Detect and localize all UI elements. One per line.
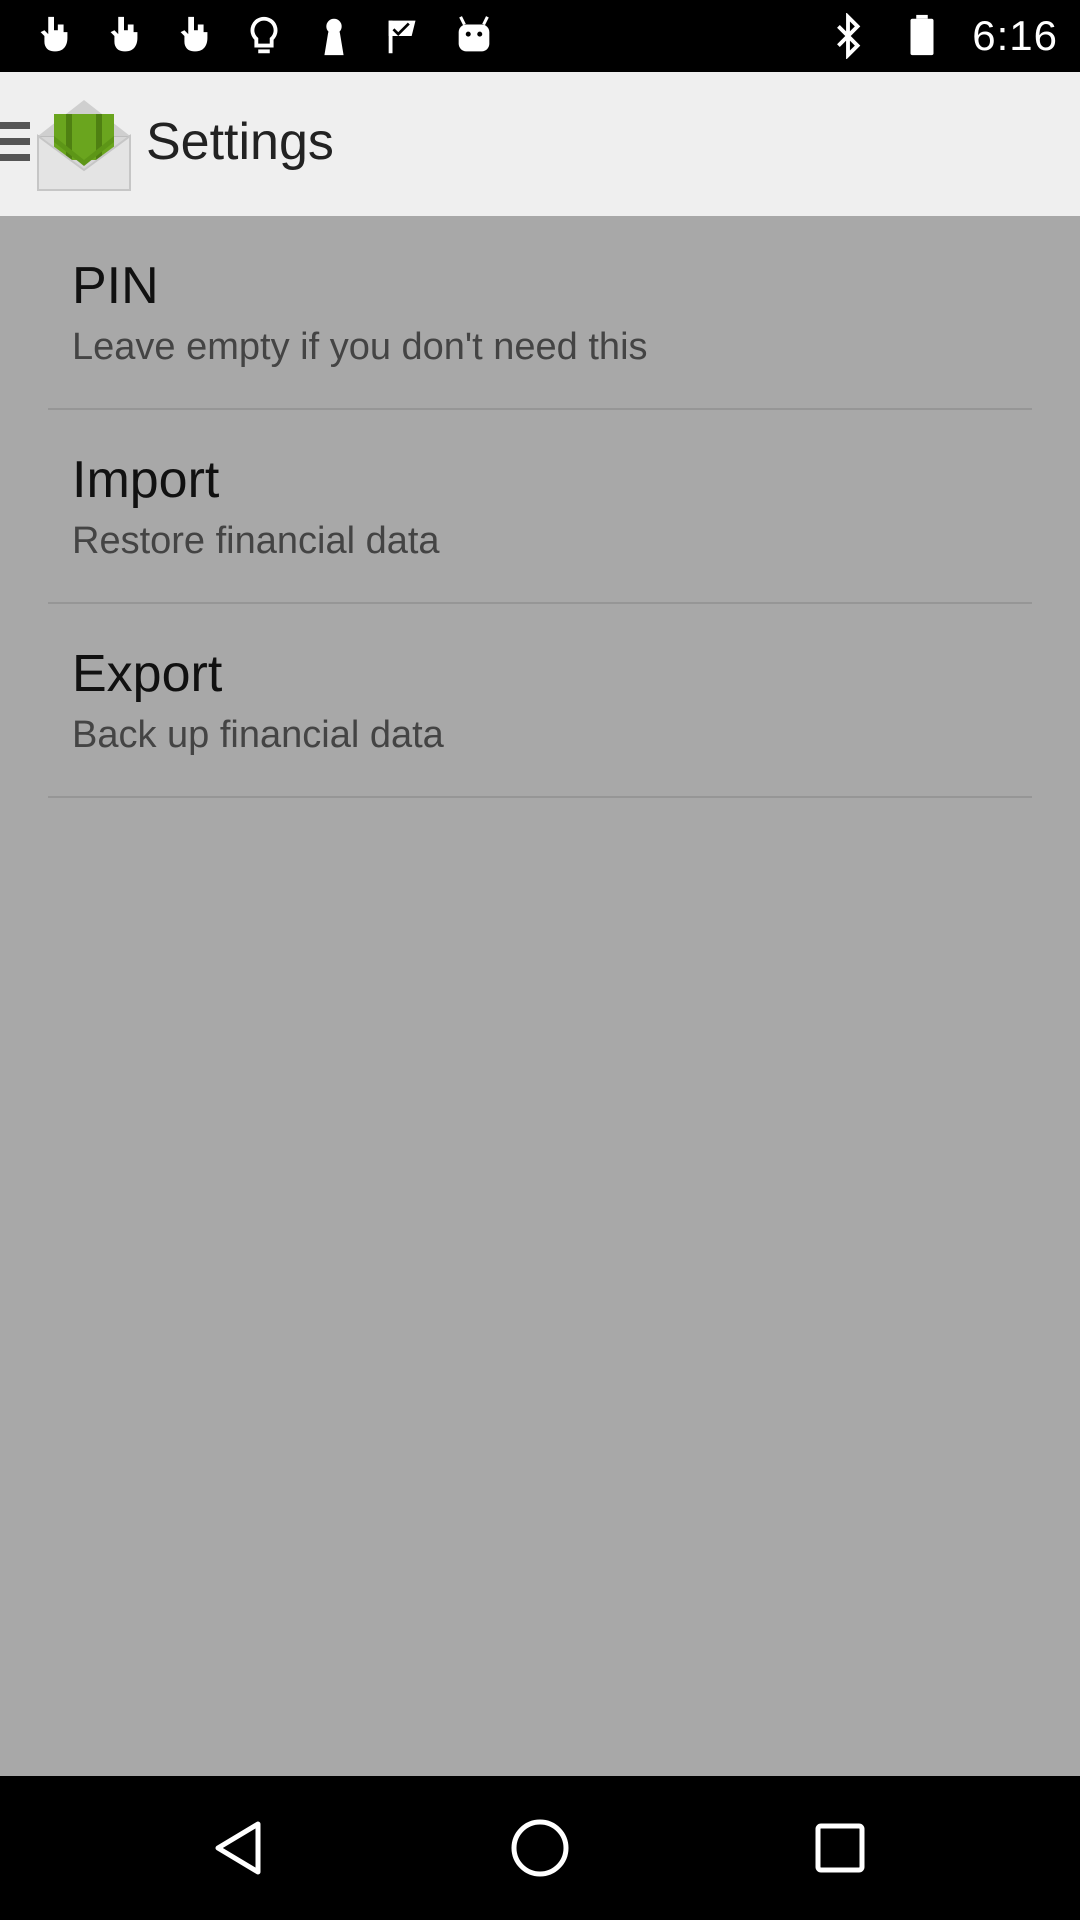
app-bar: Settings — [0, 72, 1080, 216]
pref-summary: Leave empty if you don't need this — [72, 326, 648, 368]
home-icon[interactable] — [504, 1812, 576, 1884]
keyhole-icon — [310, 12, 358, 60]
menu-icon[interactable] — [0, 122, 30, 168]
system-indicators: 6:16 — [824, 0, 1058, 72]
pref-item-export[interactable]: Export Back up financial data — [48, 604, 1032, 797]
bluetooth-icon — [824, 12, 872, 60]
pref-title: Import — [72, 451, 220, 509]
lightbulb-icon — [240, 12, 288, 60]
back-icon[interactable] — [204, 1812, 276, 1884]
navigation-bar — [0, 1776, 1080, 1920]
divider — [48, 796, 1032, 798]
pref-summary: Restore financial data — [72, 520, 440, 562]
recents-icon[interactable] — [804, 1812, 876, 1884]
notification-icons — [30, 12, 498, 60]
pref-title: Export — [72, 645, 223, 703]
hand-point-icon — [170, 12, 218, 60]
pref-item-pin[interactable]: PIN Leave empty if you don't need this — [48, 216, 1032, 409]
page-title: Settings — [146, 113, 334, 171]
status-clock: 6:16 — [972, 12, 1058, 59]
app-logo-envelope-icon[interactable] — [36, 96, 132, 192]
check-flag-icon — [380, 12, 428, 60]
pref-title: PIN — [72, 257, 159, 315]
status-bar: 6:16 — [0, 0, 1080, 72]
hand-point-icon — [30, 12, 78, 60]
pref-item-import[interactable]: Import Restore financial data — [48, 410, 1032, 603]
hand-point-icon — [100, 12, 148, 60]
settings-list: PIN Leave empty if you don't need this I… — [0, 216, 1080, 1776]
android-icon — [450, 12, 498, 60]
battery-icon — [898, 12, 946, 60]
pref-summary: Back up financial data — [72, 714, 444, 756]
